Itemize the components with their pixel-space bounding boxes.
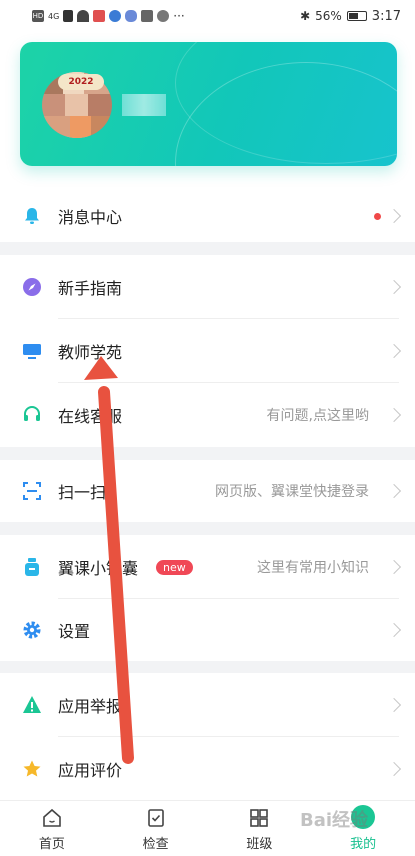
menu-item-rating[interactable]: 应用评价 xyxy=(0,737,415,800)
monitor-icon xyxy=(23,344,41,359)
watermark: Bai经验 xyxy=(300,810,369,831)
menu-hint: 网页版、翼课堂快捷登录 xyxy=(215,484,369,500)
nav-label: 班级 xyxy=(246,837,273,852)
chevron-right-icon xyxy=(386,407,402,423)
scan-icon xyxy=(23,482,41,500)
menu-label: 应用评价 xyxy=(58,760,123,780)
home-icon xyxy=(43,808,61,827)
menu-item-message-center[interactable]: 消息中心 xyxy=(0,190,415,242)
warning-icon xyxy=(23,696,41,713)
chevron-right-icon xyxy=(386,483,402,499)
menu-hint: 这里有常用小知识 xyxy=(257,560,369,576)
menu-label: 应用举报 xyxy=(58,697,123,716)
qq-icon xyxy=(157,10,170,22)
status-right: ✱ 56% 3:17 xyxy=(300,9,401,24)
bag-icon xyxy=(25,558,39,576)
menu-item-report[interactable]: 应用举报 xyxy=(0,673,415,737)
bell-icon xyxy=(25,208,39,224)
menu-label: 在线客服 xyxy=(58,407,123,426)
menu-item-tips-bag[interactable]: 翼课小锦囊 new 这里有常用小知识 xyxy=(0,535,415,599)
status-bar: HD 4G ··· ✱ 56% 3:17 xyxy=(0,0,415,32)
signal-label: 4G xyxy=(48,11,60,21)
hd-icon: HD xyxy=(32,10,44,22)
menu-label: 扫一扫 xyxy=(58,483,107,502)
wifi-icon xyxy=(77,10,90,22)
nav-label: 检查 xyxy=(142,837,169,852)
menu-label: 教师学苑 xyxy=(58,343,123,362)
gear-icon xyxy=(23,621,41,639)
nav-label: 我的 xyxy=(350,837,377,852)
star-icon xyxy=(23,760,41,776)
grid-icon xyxy=(250,809,269,827)
nav-home[interactable]: 首页 xyxy=(0,801,104,856)
menu-item-scan[interactable]: 扫一扫 网页版、翼课堂快捷登录 xyxy=(0,460,415,522)
battery-icon xyxy=(346,11,367,21)
menu-label: 翼课小锦囊 xyxy=(58,559,139,578)
signal-icon xyxy=(63,10,74,22)
menu-label: 设置 xyxy=(58,622,91,641)
chevron-right-icon xyxy=(386,697,402,713)
checklist-icon xyxy=(147,809,164,827)
battery-percent: 56% xyxy=(315,9,342,23)
chevron-right-icon xyxy=(386,279,402,295)
my-profile-page: HD 4G ··· ✱ 56% 3:17 2022 消息中心 新手指南 教师学苑… xyxy=(0,0,415,856)
menu-label: 消息中心 xyxy=(58,208,123,227)
camera-icon xyxy=(141,10,154,22)
app-notification-icon-2 xyxy=(109,10,122,22)
profile-header: 2022 xyxy=(0,32,415,190)
menu-item-online-service[interactable]: 在线客服 有问题,点这里哟 xyxy=(0,383,415,447)
new-badge: new xyxy=(156,559,193,575)
menu-item-teacher-academy[interactable]: 教师学苑 xyxy=(0,319,415,383)
chevron-right-icon xyxy=(386,559,402,575)
chevron-right-icon xyxy=(386,761,402,776)
nav-check[interactable]: 检查 xyxy=(104,801,208,856)
nav-label: 首页 xyxy=(38,837,65,852)
app-notification-icon xyxy=(93,10,106,22)
headset-icon xyxy=(24,406,40,421)
more-notifications-icon: ··· xyxy=(173,9,185,23)
chevron-right-icon xyxy=(386,343,402,359)
cloud-icon xyxy=(125,10,138,22)
profile-banner[interactable]: 2022 xyxy=(20,42,397,166)
unread-dot xyxy=(374,212,381,220)
status-left: HD 4G ··· xyxy=(32,9,185,23)
user-name-blurred xyxy=(122,94,166,116)
bluetooth-icon: ✱ xyxy=(300,9,311,23)
clock: 3:17 xyxy=(371,8,401,24)
menu-label: 新手指南 xyxy=(58,279,123,298)
compass-icon xyxy=(23,278,41,296)
menu-item-settings[interactable]: 设置 xyxy=(0,599,415,661)
chevron-right-icon xyxy=(386,622,402,638)
year-badge: 2022 xyxy=(58,74,104,90)
avatar-pixel-band-bottom xyxy=(42,116,112,138)
menu-item-beginner-guide[interactable]: 新手指南 xyxy=(0,255,415,319)
nav-class[interactable]: 班级 xyxy=(208,801,312,856)
menu-hint: 有问题,点这里哟 xyxy=(266,408,369,424)
chevron-right-icon xyxy=(386,208,402,224)
